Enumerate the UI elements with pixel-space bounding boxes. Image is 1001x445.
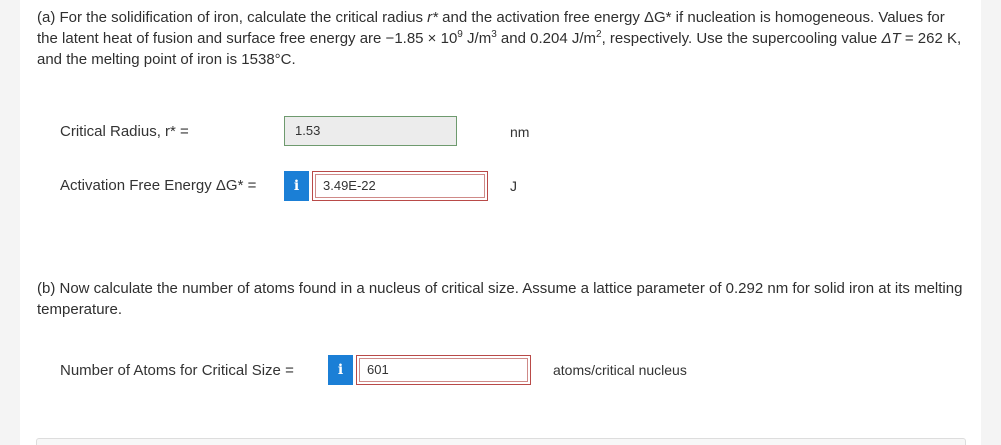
- activation-energy-unit: J: [510, 178, 517, 194]
- delta-t-symbol: ΔT: [881, 30, 901, 47]
- atoms-count-input[interactable]: 601: [356, 355, 531, 385]
- next-section-panel: [36, 438, 966, 445]
- critical-radius-label: Critical Radius, r* =: [60, 123, 189, 140]
- question-card: (a) For the solidification of iron, calc…: [20, 0, 981, 445]
- critical-radius-input[interactable]: 1.53: [284, 116, 457, 146]
- info-icon[interactable]: i: [284, 171, 309, 201]
- activation-energy-label: Activation Free Energy ΔG* =: [60, 177, 257, 194]
- activation-energy-input[interactable]: 3.49E-22: [312, 171, 488, 201]
- critical-radius-unit: nm: [510, 124, 530, 140]
- r-star-symbol: r*: [427, 9, 439, 26]
- part-a-question-text: (a) For the solidification of iron, calc…: [37, 9, 962, 68]
- part-b-question-text: (b) Now calculate the number of atoms fo…: [37, 280, 963, 318]
- atoms-count-unit: atoms/critical nucleus: [553, 362, 687, 378]
- info-icon[interactable]: i: [328, 355, 353, 385]
- delta-g-symbol: ΔG*: [643, 9, 672, 26]
- atoms-count-label: Number of Atoms for Critical Size =: [60, 362, 294, 379]
